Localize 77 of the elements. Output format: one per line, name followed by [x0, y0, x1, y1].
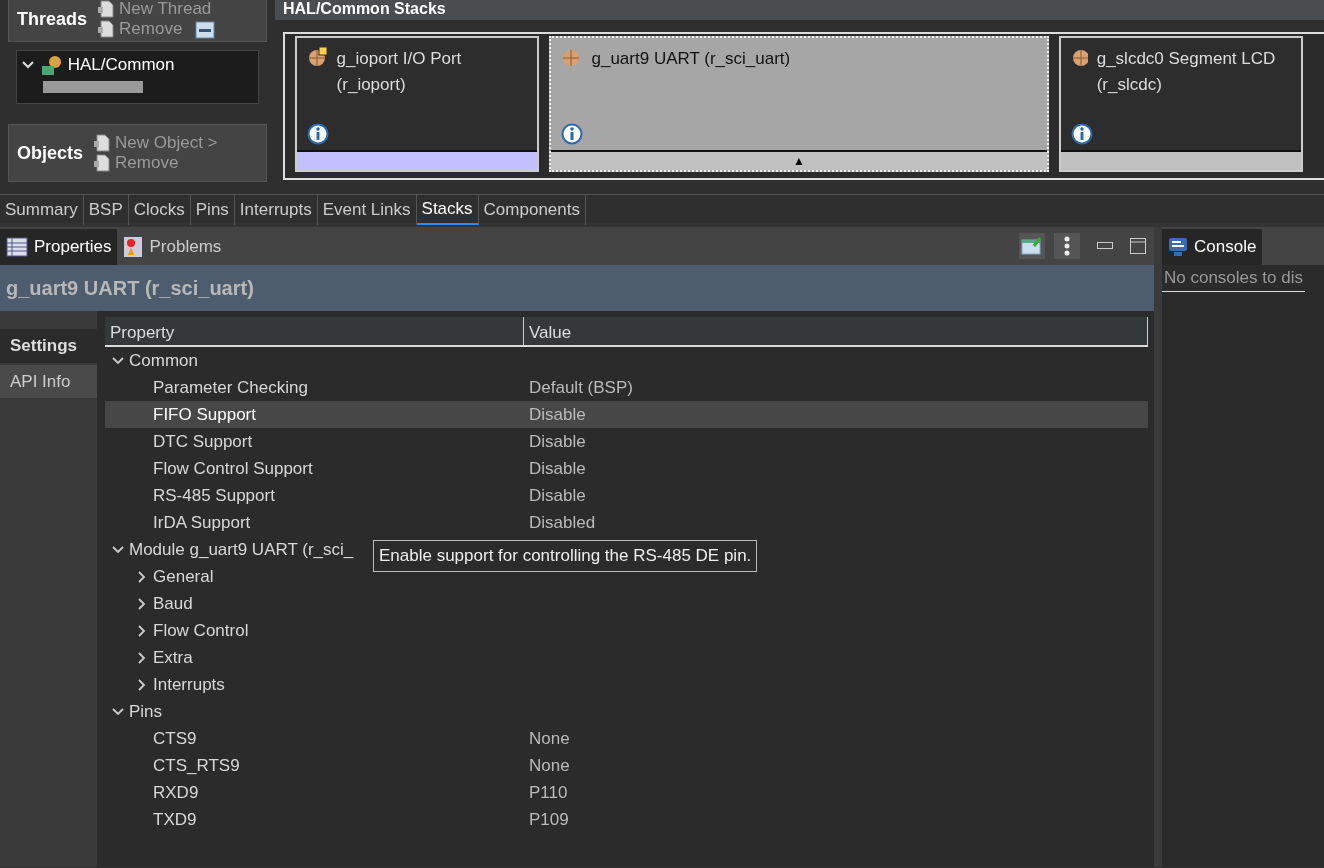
property-value[interactable]: Disabled	[524, 509, 596, 536]
side-tab[interactable]: API Info	[0, 364, 97, 398]
editor-tab[interactable]: Pins	[190, 195, 235, 225]
toolbar-action[interactable]: New Thread	[97, 0, 215, 19]
module-name: g_uart9 UART (r_sci_uart)	[591, 48, 791, 70]
tree-item[interactable]: HAL/Common	[17, 51, 258, 78]
module-card[interactable]: g_ioport I/O Port (r_ioport)	[295, 36, 539, 172]
editor-tab[interactable]: BSP	[83, 195, 129, 225]
property-name[interactable]: IrDA Support	[153, 509, 251, 536]
module-icon	[307, 46, 329, 68]
editor-tab[interactable]: Event Links	[317, 195, 417, 225]
tree-item[interactable]: General	[153, 563, 214, 590]
document-icon	[97, 0, 116, 18]
monitor-icon	[1168, 237, 1188, 257]
chevron-down-icon[interactable]	[111, 705, 125, 718]
editor-tab[interactable]: Summary	[0, 195, 84, 225]
table-icon	[6, 237, 28, 257]
console-tab[interactable]: Console	[1162, 229, 1263, 265]
module-name: g_ioport I/O Port (r_ioport)	[336, 48, 463, 96]
property-name[interactable]: RS-485 Support	[153, 482, 275, 509]
tree-item[interactable]: Extra	[153, 644, 193, 671]
panel-title: Threads	[17, 7, 88, 31]
column-header[interactable]: Property	[105, 317, 524, 345]
property-value[interactable]: Disable	[524, 482, 586, 509]
property-name[interactable]: CTS_RTS9	[153, 752, 240, 779]
editor-tab[interactable]: Components	[478, 195, 586, 225]
property-name[interactable]: FIFO Support	[153, 401, 256, 428]
maximize-icon[interactable]	[1129, 238, 1146, 254]
property-name[interactable]: TXD9	[153, 806, 197, 833]
property-value[interactable]: Disable	[524, 401, 586, 428]
property-value[interactable]: P109	[524, 806, 569, 833]
collapse-icon[interactable]	[194, 19, 215, 40]
document-icon	[97, 20, 116, 39]
tree-item[interactable]: Flow Control	[153, 617, 249, 644]
property-value[interactable]: None	[524, 725, 570, 752]
tooltip: Enable support for controlling the RS-485 DE pin.	[373, 540, 758, 572]
chevron-down-icon[interactable]	[21, 59, 36, 70]
tree-item[interactable]: Common	[129, 347, 198, 374]
console-message: No consoles to dis	[1162, 265, 1305, 292]
tree-item[interactable]: Baud	[153, 590, 193, 617]
property-name[interactable]: RXD9	[153, 779, 199, 806]
tree-item[interactable]: Pins	[129, 698, 163, 725]
selected-row[interactable]: FIFO Support Disable	[105, 401, 1148, 428]
toolbar-action[interactable]: New Object >	[93, 132, 218, 153]
more-icon[interactable]	[1053, 233, 1080, 259]
pin-icon[interactable]	[1019, 233, 1045, 259]
minimize-icon[interactable]	[1096, 242, 1113, 250]
property-name[interactable]: Parameter Checking	[153, 374, 308, 401]
properties-title: g_uart9 UART (r_sci_uart)	[6, 276, 254, 301]
editor-tab[interactable]: Interrupts	[234, 195, 318, 225]
view-tab[interactable]: Properties	[0, 229, 118, 265]
column-header[interactable]: Value	[524, 317, 1148, 345]
expand-marker[interactable]: ▲	[793, 154, 805, 168]
editor-tab[interactable]: Clocks	[128, 195, 191, 225]
property-value[interactable]: P110	[524, 779, 568, 806]
tree-item[interactable]: Module g_uart9 UART (r_sci_	[129, 536, 354, 563]
property-value[interactable]: Default (BSP)	[524, 374, 633, 401]
section-title: HAL/Common Stacks	[283, 0, 446, 17]
panel-title: Objects	[17, 141, 84, 165]
property-value[interactable]: None	[524, 752, 570, 779]
document-icon	[93, 133, 112, 152]
property-value[interactable]: Disable	[524, 455, 586, 482]
property-value[interactable]: Disable	[524, 428, 586, 455]
chevron-down-icon[interactable]	[111, 354, 125, 367]
module-card[interactable]: g_uart9 UART (r_sci_uart) ▲	[549, 36, 1049, 172]
property-name[interactable]: CTS9	[153, 725, 197, 752]
editor-tab[interactable]: Stacks	[416, 195, 479, 225]
document-icon	[93, 154, 112, 173]
property-name[interactable]: DTC Support	[153, 428, 253, 455]
warning-flag-icon	[123, 236, 144, 258]
chevron-down-icon[interactable]	[111, 543, 125, 556]
side-tab[interactable]: Settings	[0, 329, 97, 363]
module-card[interactable]: g_slcdc0 Segment LCD (r_slcdc)	[1059, 36, 1303, 172]
property-name[interactable]: Flow Control Support	[153, 455, 313, 482]
view-tab[interactable]: Problems	[117, 229, 228, 265]
module-name: g_slcdc0 Segment LCD (r_slcdc)	[1096, 48, 1277, 96]
tree-item[interactable]: Interrupts	[153, 671, 225, 698]
